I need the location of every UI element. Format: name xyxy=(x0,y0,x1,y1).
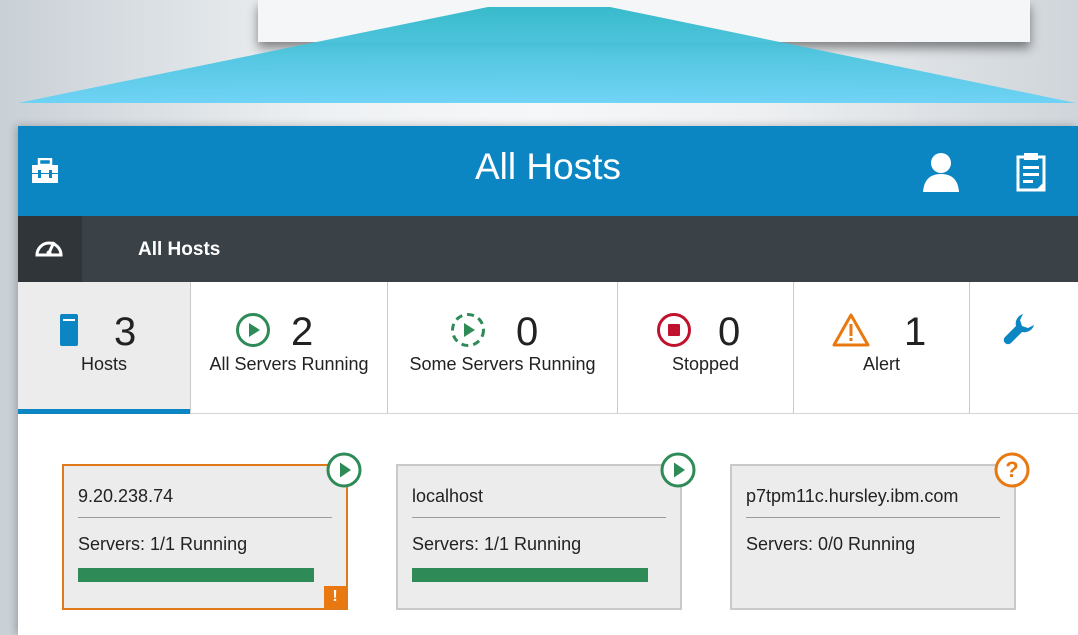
servers-progress-bar xyxy=(78,568,314,582)
host-card[interactable]: localhost Servers: 1/1 Running xyxy=(396,452,696,610)
alert-count: 1 xyxy=(904,310,927,354)
wrench-icon xyxy=(1003,314,1034,345)
breadcrumb-bar: All Hosts xyxy=(18,216,1078,282)
user-icon[interactable] xyxy=(922,152,960,197)
host-cards: 9.20.238.74 Servers: 1/1 Running ! local… xyxy=(18,416,1078,635)
some-running-label: Some Servers Running xyxy=(409,354,596,374)
top-bar: All Hosts xyxy=(18,126,1078,216)
server-icon xyxy=(60,314,78,346)
tab-tools[interactable] xyxy=(970,282,1078,413)
some-running-count: 0 xyxy=(516,310,539,354)
card-divider xyxy=(78,517,332,518)
app-panel: All Hosts All Hosts 3 Hosts 2 All Server… xyxy=(18,126,1078,635)
stopped-count: 0 xyxy=(718,310,741,354)
notes-icon[interactable] xyxy=(1016,152,1046,197)
host-name: 9.20.238.74 xyxy=(78,486,174,506)
breadcrumb-current[interactable]: All Hosts xyxy=(138,239,220,261)
progress-fill xyxy=(78,568,314,582)
page-title: All Hosts xyxy=(475,146,621,187)
tab-some-running[interactable]: 0 Some Servers Running xyxy=(388,282,618,413)
summary-tabs: 3 Hosts 2 All Servers Running 0 Some Ser… xyxy=(18,282,1078,414)
play-dashed-circle-icon xyxy=(451,313,485,347)
progress-fill xyxy=(412,568,648,582)
dashboard-gauge-icon xyxy=(35,241,63,257)
stop-circle-icon xyxy=(657,313,691,347)
card-divider xyxy=(746,517,1000,518)
servers-status: Servers: 1/1 Running xyxy=(78,534,248,554)
alert-flag-icon: ! xyxy=(324,586,346,608)
host-name: localhost xyxy=(412,486,484,506)
zoom-funnel xyxy=(18,7,1076,103)
tab-all-running[interactable]: 2 All Servers Running xyxy=(191,282,388,413)
play-circle-icon xyxy=(236,313,270,347)
question-circle-icon[interactable]: ? xyxy=(994,452,1030,493)
servers-status: Servers: 0/0 Running xyxy=(746,534,916,554)
servers-status: Servers: 1/1 Running xyxy=(412,534,582,554)
host-name: p7tpm11c.hursley.ibm.com xyxy=(746,486,959,506)
play-circle-icon[interactable] xyxy=(660,452,696,493)
warning-triangle-icon xyxy=(832,313,870,347)
dashboard-button[interactable] xyxy=(18,216,82,282)
host-card[interactable]: 9.20.238.74 Servers: 1/1 Running ! xyxy=(62,452,362,610)
card-divider xyxy=(412,517,666,518)
stopped-label: Stopped xyxy=(671,354,740,374)
hosts-label: Hosts xyxy=(80,354,127,374)
alert-label: Alert xyxy=(862,354,900,374)
tab-alert[interactable]: 1 Alert xyxy=(794,282,970,413)
servers-progress-bar xyxy=(412,568,648,582)
tab-hosts[interactable]: 3 Hosts xyxy=(18,282,191,414)
play-circle-icon[interactable] xyxy=(326,452,362,493)
all-running-label: All Servers Running xyxy=(209,354,369,374)
tab-stopped[interactable]: 0 Stopped xyxy=(618,282,794,413)
host-card[interactable]: p7tpm11c.hursley.ibm.com Servers: 0/0 Ru… xyxy=(730,452,1030,610)
svg-text:?: ? xyxy=(1005,457,1018,482)
hosts-count: 3 xyxy=(114,310,137,354)
all-running-count: 2 xyxy=(291,310,314,354)
